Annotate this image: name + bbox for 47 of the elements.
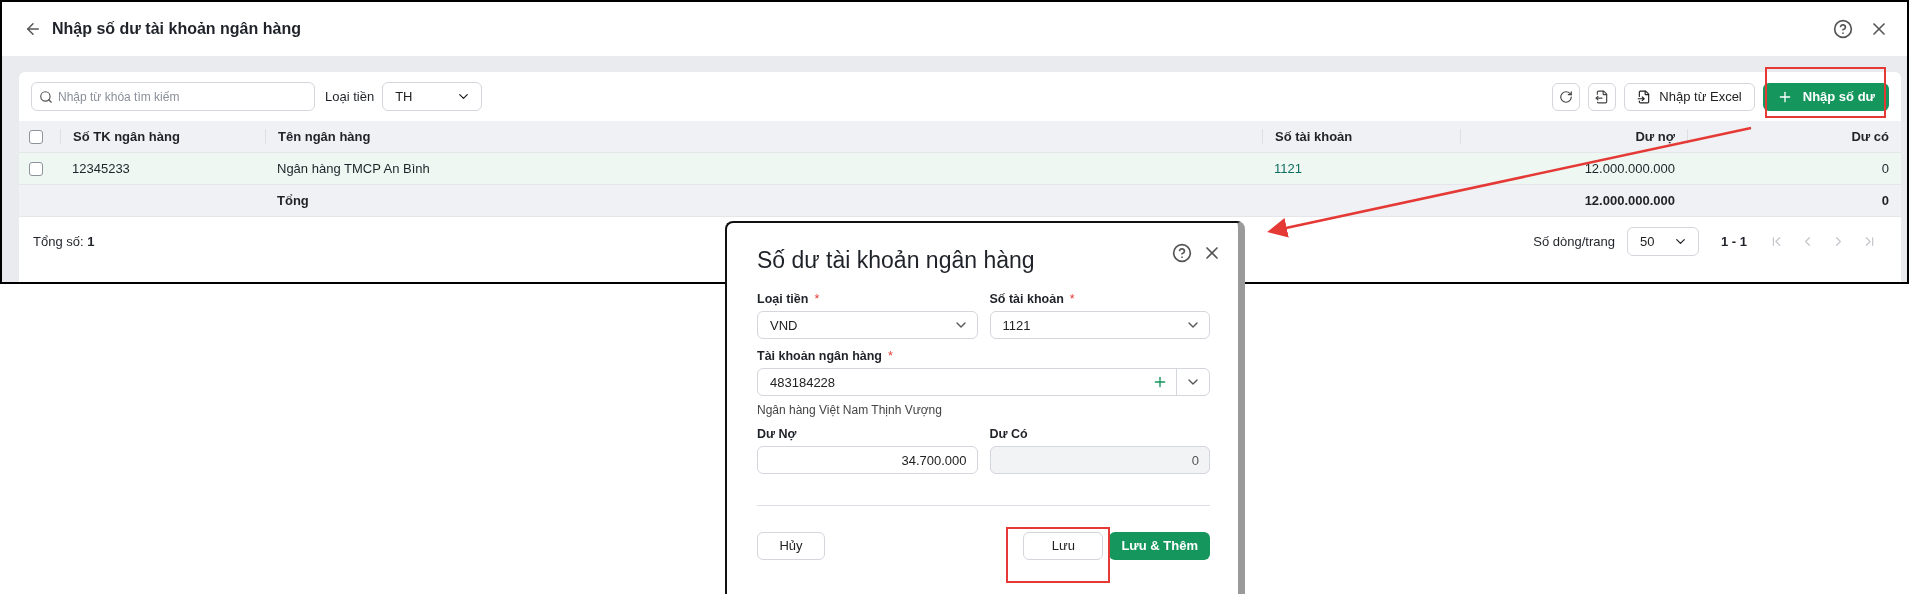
checkbox[interactable] [29,129,43,144]
save-and-add-button[interactable]: Lưu & Thêm [1109,531,1210,560]
field-label: Số tài khoản * [989,292,1076,306]
number-field[interactable]: 34.700.000 [757,446,978,474]
total-label: Tổng [276,193,310,208]
help-icon[interactable] [1833,19,1853,39]
field-label: Dư Nợ [757,427,798,441]
add-icon[interactable] [1152,374,1168,390]
total-cell-text: 0 [1880,193,1890,208]
file-import-icon [1637,89,1652,104]
currency-select[interactable]: TH [382,82,483,111]
total-count: Tổng số: 1 [33,233,95,249]
add-balance-button[interactable]: Nhập số dư [1762,82,1889,111]
column-header: Số TK ngân hàng [60,129,265,144]
cancel-button[interactable]: Hủy [757,531,825,560]
dialog-title: Số dư tài khoản ngân hàng [757,247,1035,274]
page-range: 1 - 1 [1721,233,1747,249]
field-label: Loại tiền * [757,292,821,306]
checkbox[interactable] [29,161,43,176]
export-icon[interactable] [1588,82,1617,111]
total-cell-text: 12.000.000.000 [1583,193,1676,208]
table-cell-text: 12.000.000.000 [1583,161,1676,176]
search-icon [39,90,53,104]
field-label: Tài khoản ngân hàng * [757,349,894,363]
page-size-label: Số dòng/trang [1533,233,1615,249]
search-field[interactable]: Nhập từ khóa tìm kiếm [31,82,315,111]
table-cell-text: Ngân hàng TMCP An Bình [276,161,431,176]
import-excel-button[interactable]: Nhập từ Excel [1624,82,1755,111]
field-hint: Ngân hàng Việt Nam Thịnh Vượng [757,403,943,417]
page-size-select[interactable]: 50 [1627,226,1699,256]
help-icon[interactable] [1172,243,1192,263]
account-link[interactable]: 1121 [1262,161,1460,176]
field-label: Dư Có [989,427,1029,441]
back-icon[interactable] [24,20,42,38]
column-header: Dư có [1687,129,1901,144]
save-button[interactable]: Lưu [1023,531,1104,560]
table-cell-text: 12345233 [71,161,131,176]
table-cell-text: 0 [1880,161,1890,176]
select-field[interactable]: 1121 [989,311,1210,339]
column-header: Dư nợ [1460,129,1687,144]
column-header: Tên ngân hàng [265,129,1262,144]
currency-label: Loại tiền [325,89,375,104]
select-field[interactable]: VND [757,311,978,339]
column-header: Số tài khoản [1262,129,1460,144]
page-title: Nhập số dư tài khoản ngân hàng [52,20,302,38]
combo-field[interactable]: 483184228 [757,368,1210,396]
refresh-icon[interactable] [1552,82,1581,111]
